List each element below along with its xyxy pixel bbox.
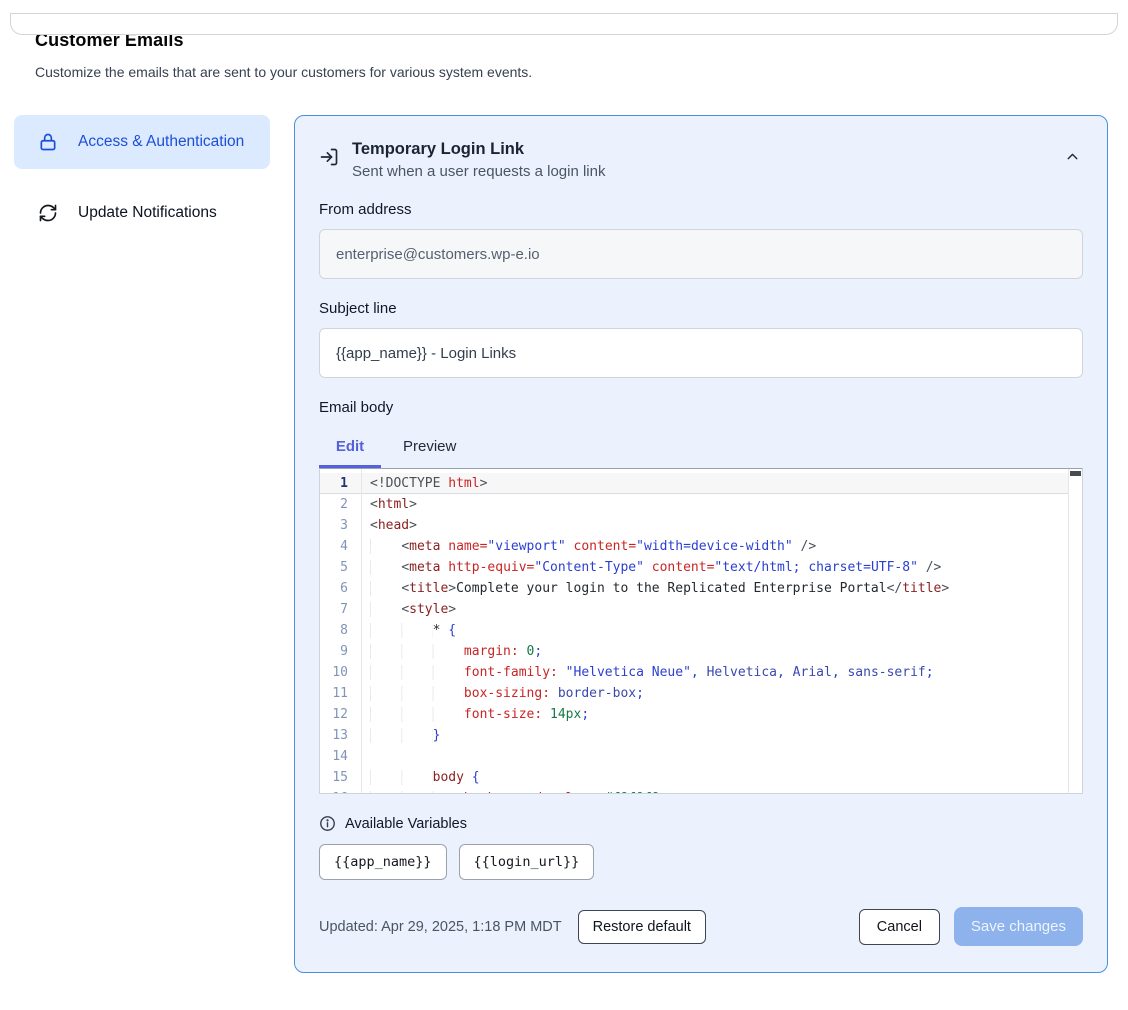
scrollbar-thumb[interactable] xyxy=(1070,471,1081,476)
email-body-label: Email body xyxy=(319,399,1083,416)
available-variables-label: Available Variables xyxy=(345,816,467,832)
subject-line-input[interactable] xyxy=(319,328,1083,378)
line-number: 3 xyxy=(320,515,361,536)
from-address-label: From address xyxy=(319,201,1083,218)
tab-preview[interactable]: Preview xyxy=(381,432,478,468)
code-line: font-size: 14px; xyxy=(370,704,1066,725)
page-header: Customer Emails Customize the emails tha… xyxy=(35,30,1128,80)
tab-edit[interactable]: Edit xyxy=(319,432,381,468)
from-address-input[interactable] xyxy=(319,229,1083,279)
code-line: * { xyxy=(370,620,1066,641)
code-line: <head> xyxy=(370,515,1066,536)
line-number: 9 xyxy=(320,641,361,662)
page-description: Customize the emails that are sent to yo… xyxy=(35,64,1128,80)
refresh-icon xyxy=(37,203,59,223)
available-variables-header: Available Variables xyxy=(319,815,1083,832)
line-number: 14 xyxy=(320,746,361,767)
collapse-button[interactable] xyxy=(1064,148,1081,165)
variable-chips: {{app_name}} {{login_url}} xyxy=(319,844,1083,880)
panel-footer: Updated: Apr 29, 2025, 1:18 PM MDT Resto… xyxy=(319,907,1083,946)
line-number: 6 xyxy=(320,578,361,599)
line-number: 8 xyxy=(320,620,361,641)
email-settings-panel: Temporary Login Link Sent when a user re… xyxy=(294,115,1108,973)
variable-chip-app-name[interactable]: {{app_name}} xyxy=(319,844,447,880)
code-line: <!DOCTYPE html> xyxy=(370,473,1066,494)
line-number: 13 xyxy=(320,725,361,746)
info-icon xyxy=(319,815,336,832)
panel-title: Temporary Login Link xyxy=(352,140,605,159)
save-changes-button[interactable]: Save changes xyxy=(954,907,1083,946)
code-line: background-color: #f9f9f9; xyxy=(370,788,1066,793)
sidebar-item-update-notifications[interactable]: Update Notifications xyxy=(14,186,270,240)
panel-header-text: Temporary Login Link Sent when a user re… xyxy=(352,140,605,180)
code-line: } xyxy=(370,725,1066,746)
line-number: 2 xyxy=(320,494,361,515)
line-number: 1 xyxy=(320,473,361,494)
chevron-up-icon xyxy=(1064,148,1081,165)
code-line: <html> xyxy=(370,494,1066,515)
sidebar-item-access-authentication[interactable]: Access & Authentication xyxy=(14,115,270,169)
code-line: <meta name="viewport" content="width=dev… xyxy=(370,536,1066,557)
login-icon xyxy=(319,147,339,180)
code-line: margin: 0; xyxy=(370,641,1066,662)
cancel-button[interactable]: Cancel xyxy=(859,909,940,945)
code-line: <meta http-equiv="Content-Type" content=… xyxy=(370,557,1066,578)
editor-gutter: 12345678910111213141516 xyxy=(320,469,362,793)
code-editor[interactable]: 12345678910111213141516 <!DOCTYPE html><… xyxy=(319,468,1083,794)
code-line: body { xyxy=(370,767,1066,788)
email-body-tabs: Edit Preview xyxy=(319,432,1083,468)
restore-default-button[interactable]: Restore default xyxy=(578,910,706,944)
line-number: 7 xyxy=(320,599,361,620)
code-line: box-sizing: border-box; xyxy=(370,683,1066,704)
subject-line-label: Subject line xyxy=(319,300,1083,317)
code-line xyxy=(370,746,1066,767)
sidebar: Access & Authentication Update Notificat… xyxy=(14,115,270,240)
line-number: 5 xyxy=(320,557,361,578)
code-line: <title>Complete your login to the Replic… xyxy=(370,578,1066,599)
content-layout: Access & Authentication Update Notificat… xyxy=(14,115,1108,973)
editor-code: <!DOCTYPE html><html><head> <meta name="… xyxy=(362,469,1082,793)
line-number: 12 xyxy=(320,704,361,725)
line-number: 16 xyxy=(320,788,361,794)
sidebar-item-label: Update Notifications xyxy=(78,201,217,225)
line-number: 15 xyxy=(320,767,361,788)
panel-header: Temporary Login Link Sent when a user re… xyxy=(319,140,1083,180)
lock-icon xyxy=(37,132,59,152)
updated-timestamp: Updated: Apr 29, 2025, 1:18 PM MDT xyxy=(319,919,562,935)
line-number: 4 xyxy=(320,536,361,557)
variable-chip-login-url[interactable]: {{login_url}} xyxy=(459,844,595,880)
line-number: 10 xyxy=(320,662,361,683)
previous-card-edge xyxy=(10,13,1118,35)
sidebar-item-label: Access & Authentication xyxy=(78,130,244,154)
panel-subtitle: Sent when a user requests a login link xyxy=(352,163,605,180)
line-number: 11 xyxy=(320,683,361,704)
code-line: font-family: "Helvetica Neue", Helvetica… xyxy=(370,662,1066,683)
code-line: <style> xyxy=(370,599,1066,620)
editor-scrollbar[interactable] xyxy=(1068,469,1082,793)
